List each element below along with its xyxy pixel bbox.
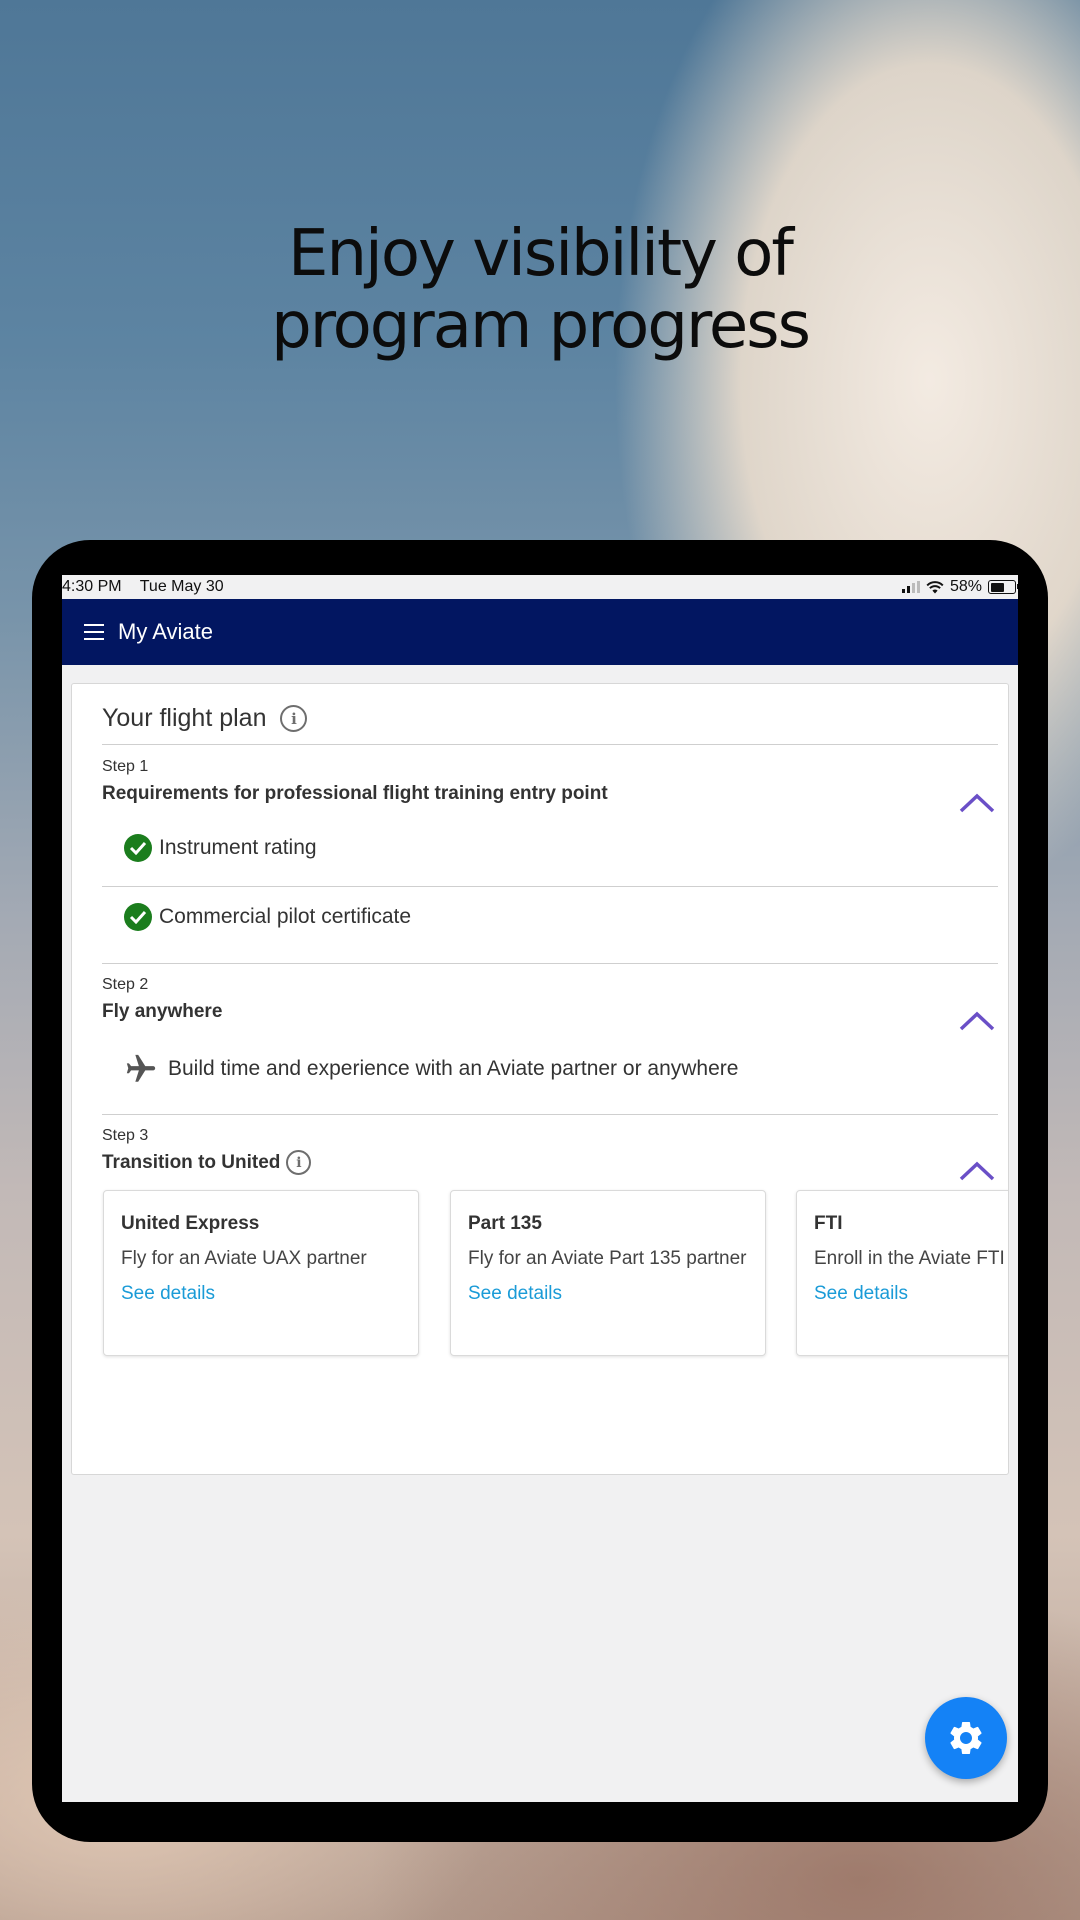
- wifi-icon: [926, 580, 944, 593]
- cellular-signal-icon: [901, 581, 920, 593]
- divider: [102, 744, 998, 745]
- requirement-item: Instrument rating: [124, 834, 317, 862]
- see-details-link[interactable]: See details: [814, 1283, 908, 1305]
- app-screen: 4:30 PM Tue May 30 58% My Aviate Your fl…: [62, 575, 1018, 1802]
- step-3-title-text: Transition to United: [102, 1151, 281, 1173]
- requirement-label: Build time and experience with an Aviate…: [168, 1057, 739, 1080]
- step-1-number: Step 1: [102, 758, 149, 775]
- chevron-up-icon[interactable]: [958, 1009, 996, 1033]
- requirement-label: Instrument rating: [159, 836, 317, 859]
- settings-fab[interactable]: [925, 1697, 1007, 1779]
- option-description: Fly for an Aviate Part 135 partner: [468, 1248, 747, 1269]
- battery-icon: [988, 580, 1018, 594]
- option-title: Part 135: [468, 1213, 542, 1234]
- option-description: Enroll in the Aviate FTI program: [814, 1248, 1008, 1269]
- option-title: FTI: [814, 1213, 843, 1234]
- option-card-part-135[interactable]: Part 135 Fly for an Aviate Part 135 part…: [450, 1190, 766, 1356]
- divider: [102, 1114, 998, 1115]
- see-details-link[interactable]: See details: [468, 1283, 562, 1305]
- gear-icon: [950, 1722, 982, 1754]
- headline-line-2: program progress: [271, 289, 811, 363]
- option-description: Fly for an Aviate UAX partner: [121, 1248, 367, 1269]
- step-2-title: Fly anywhere: [102, 1001, 223, 1022]
- check-circle-icon: [124, 834, 152, 862]
- app-bar: My Aviate: [62, 599, 1018, 665]
- info-icon[interactable]: i: [280, 705, 308, 732]
- info-icon[interactable]: i: [286, 1150, 312, 1175]
- divider: [102, 886, 998, 887]
- hamburger-menu-icon[interactable]: [84, 624, 104, 640]
- battery-percent: 58%: [949, 578, 982, 595]
- headline-line-1: Enjoy visibility of: [288, 217, 794, 291]
- check-circle-icon: [124, 903, 152, 931]
- step-2-number: Step 2: [102, 976, 149, 993]
- divider: [102, 963, 998, 964]
- option-title: United Express: [121, 1213, 260, 1234]
- step-3-number: Step 3: [102, 1127, 149, 1144]
- status-date: Tue May 30: [139, 578, 224, 595]
- see-details-link[interactable]: See details: [121, 1283, 215, 1305]
- chevron-up-icon[interactable]: [958, 791, 996, 815]
- option-card-united-express[interactable]: United Express Fly for an Aviate UAX par…: [103, 1190, 419, 1356]
- flight-plan-card: Your flight plan i Step 1 Requirements f…: [71, 683, 1009, 1475]
- headline: Enjoy visibility of program progress: [0, 218, 1080, 362]
- airplane-icon: [124, 1052, 158, 1086]
- flight-plan-header: Your flight plan i: [102, 704, 308, 733]
- step-3-title: Transition to United i: [102, 1150, 312, 1175]
- option-card-fti[interactable]: FTI Enroll in the Aviate FTI program See…: [796, 1190, 1008, 1356]
- step-1-title: Requirements for professional flight tra…: [102, 783, 608, 804]
- requirement-label: Commercial pilot certificate: [159, 905, 412, 928]
- status-bar: 4:30 PM Tue May 30 58%: [62, 575, 1018, 599]
- status-time: 4:30 PM: [62, 578, 122, 595]
- flight-plan-title: Your flight plan: [102, 704, 267, 732]
- requirement-item: Build time and experience with an Aviate…: [124, 1052, 738, 1086]
- app-title: My Aviate: [118, 619, 213, 644]
- chevron-up-icon[interactable]: [958, 1159, 996, 1183]
- requirement-item: Commercial pilot certificate: [124, 903, 411, 931]
